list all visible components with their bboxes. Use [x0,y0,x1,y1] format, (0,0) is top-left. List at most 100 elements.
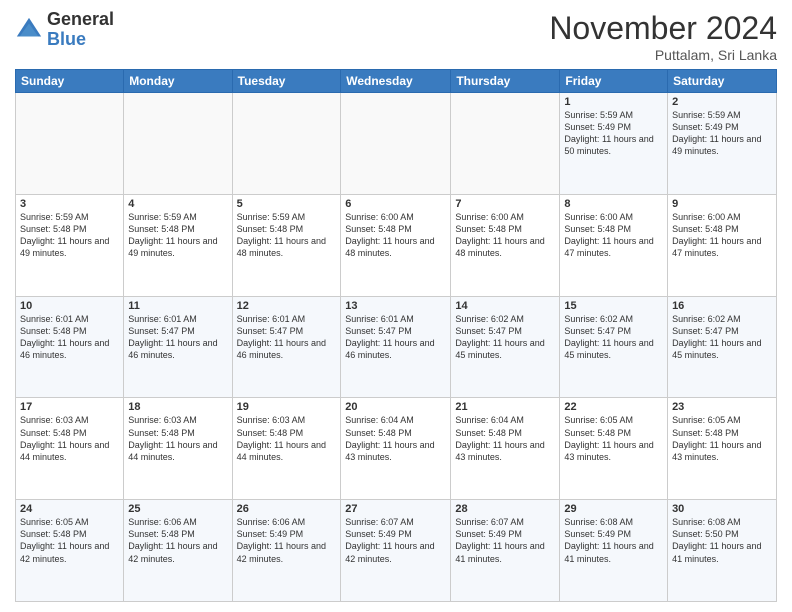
day-number: 20 [345,401,446,413]
logo-text: General Blue [47,10,114,50]
cell-w2-d7: 9Sunrise: 6:00 AM Sunset: 5:48 PM Daylig… [668,194,777,296]
col-sunday: Sunday [16,70,124,93]
week-row-1: 1 Sunrise: 5:59 AM Sunset: 5:49 PM Daylig… [16,93,777,195]
day-info: Sunrise: 6:02 AM Sunset: 5:47 PM Dayligh… [672,313,772,362]
cell-w4-d4: 20Sunrise: 6:04 AM Sunset: 5:48 PM Dayli… [341,398,451,500]
cell-w2-d2: 4Sunrise: 5:59 AM Sunset: 5:48 PM Daylig… [124,194,232,296]
col-wednesday: Wednesday [341,70,451,93]
day-number: 3 [20,198,119,210]
day-number: 18 [128,401,227,413]
day-number: 29 [564,503,663,515]
day-info: Sunrise: 6:01 AM Sunset: 5:47 PM Dayligh… [237,313,337,362]
cell-w3-d4: 13Sunrise: 6:01 AM Sunset: 5:47 PM Dayli… [341,296,451,398]
day-info: Sunrise: 6:00 AM Sunset: 5:48 PM Dayligh… [672,211,772,260]
cell-w2-d4: 6Sunrise: 6:00 AM Sunset: 5:48 PM Daylig… [341,194,451,296]
cell-w4-d5: 21Sunrise: 6:04 AM Sunset: 5:48 PM Dayli… [451,398,560,500]
day-number: 6 [345,198,446,210]
day-info: Sunrise: 6:04 AM Sunset: 5:48 PM Dayligh… [345,414,446,463]
day-number: 10 [20,300,119,312]
calendar-table: Sunday Monday Tuesday Wednesday Thursday… [15,69,777,602]
day-info: Sunrise: 6:07 AM Sunset: 5:49 PM Dayligh… [345,516,446,565]
day-number: 21 [455,401,555,413]
day-info: Sunrise: 6:06 AM Sunset: 5:48 PM Dayligh… [128,516,227,565]
day-info: Sunrise: 6:01 AM Sunset: 5:48 PM Dayligh… [20,313,119,362]
cell-w1-d4 [341,93,451,195]
cell-w2-d1: 3Sunrise: 5:59 AM Sunset: 5:48 PM Daylig… [16,194,124,296]
day-number: 11 [128,300,227,312]
day-info: Sunrise: 6:06 AM Sunset: 5:49 PM Dayligh… [237,516,337,565]
week-row-3: 10Sunrise: 6:01 AM Sunset: 5:48 PM Dayli… [16,296,777,398]
cell-w3-d5: 14Sunrise: 6:02 AM Sunset: 5:47 PM Dayli… [451,296,560,398]
day-number: 5 [237,198,337,210]
day-number: 15 [564,300,663,312]
day-info: Sunrise: 6:03 AM Sunset: 5:48 PM Dayligh… [237,414,337,463]
day-info: Sunrise: 6:00 AM Sunset: 5:48 PM Dayligh… [455,211,555,260]
week-row-4: 17Sunrise: 6:03 AM Sunset: 5:48 PM Dayli… [16,398,777,500]
cell-w4-d1: 17Sunrise: 6:03 AM Sunset: 5:48 PM Dayli… [16,398,124,500]
logo-blue: Blue [47,30,114,50]
logo-icon [15,16,43,44]
day-info: Sunrise: 6:07 AM Sunset: 5:49 PM Dayligh… [455,516,555,565]
day-number: 28 [455,503,555,515]
cell-w4-d2: 18Sunrise: 6:03 AM Sunset: 5:48 PM Dayli… [124,398,232,500]
col-monday: Monday [124,70,232,93]
day-info: Sunrise: 6:02 AM Sunset: 5:47 PM Dayligh… [564,313,663,362]
day-number: 30 [672,503,772,515]
day-info: Sunrise: 5:59 AM Sunset: 5:49 PM Dayligh… [672,109,772,158]
cell-w2-d6: 8Sunrise: 6:00 AM Sunset: 5:48 PM Daylig… [560,194,668,296]
day-number: 27 [345,503,446,515]
day-info: Sunrise: 5:59 AM Sunset: 5:48 PM Dayligh… [237,211,337,260]
cell-w1-d3 [232,93,341,195]
cell-w5-d5: 28Sunrise: 6:07 AM Sunset: 5:49 PM Dayli… [451,500,560,602]
day-number: 22 [564,401,663,413]
cell-w4-d3: 19Sunrise: 6:03 AM Sunset: 5:48 PM Dayli… [232,398,341,500]
day-number: 2 [672,96,772,108]
header: General Blue November 2024 Puttalam, Sri… [15,10,777,63]
day-number: 9 [672,198,772,210]
day-number: 16 [672,300,772,312]
cell-w1-d7: 2Sunrise: 5:59 AM Sunset: 5:49 PM Daylig… [668,93,777,195]
cell-w5-d4: 27Sunrise: 6:07 AM Sunset: 5:49 PM Dayli… [341,500,451,602]
day-info: Sunrise: 6:01 AM Sunset: 5:47 PM Dayligh… [128,313,227,362]
day-number: 24 [20,503,119,515]
day-info: Sunrise: 6:03 AM Sunset: 5:48 PM Dayligh… [128,414,227,463]
cell-w5-d7: 30Sunrise: 6:08 AM Sunset: 5:50 PM Dayli… [668,500,777,602]
calendar-header: Sunday Monday Tuesday Wednesday Thursday… [16,70,777,93]
day-info: Sunrise: 6:00 AM Sunset: 5:48 PM Dayligh… [345,211,446,260]
day-info: Sunrise: 6:03 AM Sunset: 5:48 PM Dayligh… [20,414,119,463]
cell-w5-d2: 25Sunrise: 6:06 AM Sunset: 5:48 PM Dayli… [124,500,232,602]
cell-w1-d1 [16,93,124,195]
day-number: 12 [237,300,337,312]
cell-w3-d7: 16Sunrise: 6:02 AM Sunset: 5:47 PM Dayli… [668,296,777,398]
cell-w1-d2 [124,93,232,195]
cell-w3-d6: 15Sunrise: 6:02 AM Sunset: 5:47 PM Dayli… [560,296,668,398]
day-number: 25 [128,503,227,515]
day-number: 8 [564,198,663,210]
cell-w5-d6: 29Sunrise: 6:08 AM Sunset: 5:49 PM Dayli… [560,500,668,602]
cell-w5-d3: 26Sunrise: 6:06 AM Sunset: 5:49 PM Dayli… [232,500,341,602]
title-block: November 2024 Puttalam, Sri Lanka [549,10,777,63]
cell-w3-d3: 12Sunrise: 6:01 AM Sunset: 5:47 PM Dayli… [232,296,341,398]
week-row-5: 24Sunrise: 6:05 AM Sunset: 5:48 PM Dayli… [16,500,777,602]
subtitle: Puttalam, Sri Lanka [549,47,777,63]
day-number: 19 [237,401,337,413]
week-row-2: 3Sunrise: 5:59 AM Sunset: 5:48 PM Daylig… [16,194,777,296]
logo: General Blue [15,10,114,50]
col-tuesday: Tuesday [232,70,341,93]
day-number: 17 [20,401,119,413]
cell-w1-d6: 1Sunrise: 5:59 AM Sunset: 5:49 PM Daylig… [560,93,668,195]
day-number: 7 [455,198,555,210]
day-info: Sunrise: 6:05 AM Sunset: 5:48 PM Dayligh… [20,516,119,565]
day-info: Sunrise: 5:59 AM Sunset: 5:48 PM Dayligh… [20,211,119,260]
day-info: Sunrise: 6:02 AM Sunset: 5:47 PM Dayligh… [455,313,555,362]
cell-w2-d5: 7Sunrise: 6:00 AM Sunset: 5:48 PM Daylig… [451,194,560,296]
header-row: Sunday Monday Tuesday Wednesday Thursday… [16,70,777,93]
day-info: Sunrise: 6:00 AM Sunset: 5:48 PM Dayligh… [564,211,663,260]
cell-w4-d6: 22Sunrise: 6:05 AM Sunset: 5:48 PM Dayli… [560,398,668,500]
day-number: 4 [128,198,227,210]
day-info: Sunrise: 6:08 AM Sunset: 5:49 PM Dayligh… [564,516,663,565]
day-info: Sunrise: 6:05 AM Sunset: 5:48 PM Dayligh… [564,414,663,463]
day-info: Sunrise: 6:08 AM Sunset: 5:50 PM Dayligh… [672,516,772,565]
day-number: 1 [564,96,663,108]
day-info: Sunrise: 6:05 AM Sunset: 5:48 PM Dayligh… [672,414,772,463]
